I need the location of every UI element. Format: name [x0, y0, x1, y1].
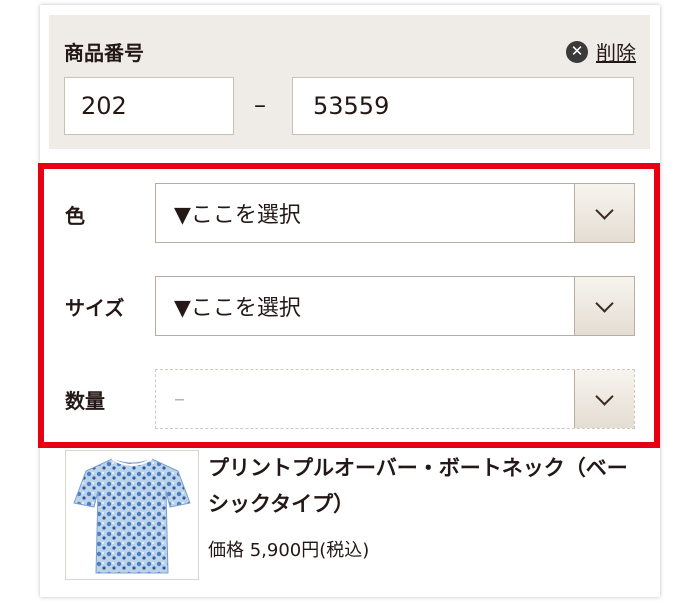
- color-select[interactable]: ▼ここを選択: [155, 183, 635, 243]
- size-dropdown-button[interactable]: [574, 277, 634, 335]
- delete-link[interactable]: ✕ 削除: [566, 37, 636, 66]
- quantity-select-value: –: [174, 386, 185, 412]
- size-select-value: ▼ここを選択: [174, 296, 301, 321]
- delete-label[interactable]: 削除: [596, 37, 636, 66]
- product-number-separator: –: [254, 91, 266, 119]
- product-number-label: 商品番号: [64, 41, 144, 65]
- product-price: 価格 5,900円(税込): [208, 540, 370, 561]
- color-label: 色: [65, 204, 85, 228]
- quantity-label: 数量: [65, 389, 105, 413]
- product-number-field-1[interactable]: 202: [64, 77, 234, 135]
- size-label: サイズ: [65, 296, 125, 320]
- chevron-down-icon: [595, 200, 614, 220]
- product-thumbnail[interactable]: [65, 450, 199, 580]
- color-dropdown-button[interactable]: [574, 184, 634, 242]
- product-name[interactable]: プリントプルオーバー・ボートネック（ベーシックタイプ）: [208, 450, 648, 522]
- quantity-select[interactable]: –: [155, 369, 635, 429]
- chevron-down-icon: [595, 386, 614, 406]
- product-number-field-2[interactable]: 53559: [292, 77, 634, 135]
- close-circle-icon[interactable]: ✕: [566, 40, 588, 63]
- size-select[interactable]: ▼ここを選択: [155, 276, 635, 336]
- product-number-panel: 商品番号 ✕ 削除 202 – 53559: [49, 15, 650, 149]
- chevron-down-icon: [595, 293, 614, 313]
- quantity-dropdown-button[interactable]: [574, 370, 634, 428]
- color-select-value: ▼ここを選択: [174, 203, 301, 228]
- tshirt-image-icon: [73, 458, 191, 574]
